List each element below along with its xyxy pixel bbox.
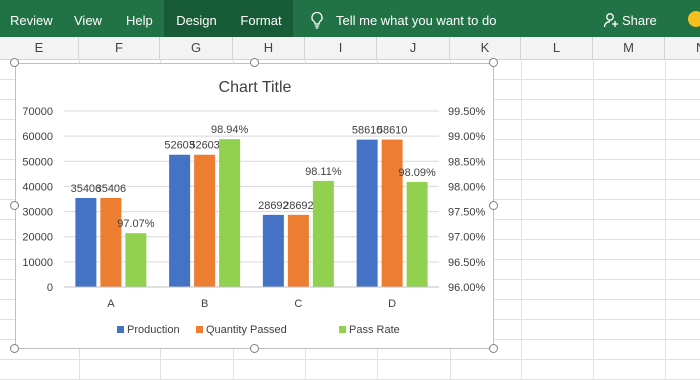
column-header-f[interactable]: F (79, 37, 160, 59)
primary-axis-tick-label: 20000 (22, 232, 53, 244)
data-label: 58610 (377, 125, 408, 137)
category-axis-label: B (201, 298, 208, 310)
secondary-axis-tick-label: 97.50% (448, 207, 486, 219)
resize-handle-bottom[interactable] (250, 344, 259, 353)
chart-area[interactable]: Chart Title 0 10000 20000 30000 40000 50000 600… (15, 63, 494, 349)
column-header-h[interactable]: H (233, 37, 305, 59)
column-headers: E F G H I J K L M N (0, 37, 700, 60)
primary-axis-tick-label: 70000 (22, 106, 53, 118)
tell-me-search[interactable]: Tell me what you want to do (336, 0, 496, 37)
secondary-axis-tick-label: 99.00% (448, 131, 486, 143)
tab-format[interactable]: Format (229, 0, 293, 37)
bar-pass-rate (312, 180, 334, 287)
category-axis-label: A (107, 298, 115, 310)
bar-production (169, 154, 191, 287)
category-axis-label: D (388, 298, 396, 310)
data-label: 97.07% (117, 218, 155, 230)
data-label: 98.11% (305, 166, 342, 178)
bar-quantity-passed (100, 197, 122, 287)
primary-axis-tick-label: 40000 (22, 181, 53, 193)
tab-design[interactable]: Design (164, 0, 229, 37)
column-chart[interactable]: Chart Title 0 10000 20000 30000 40000 50000 600… (16, 64, 495, 350)
bar-quantity-passed (194, 154, 216, 287)
bar-pass-rate (219, 139, 241, 287)
data-label: 35406 (96, 183, 127, 195)
resize-handle-top-left[interactable] (10, 58, 19, 67)
column-header-m[interactable]: M (593, 37, 665, 59)
data-label: 28692 (283, 200, 314, 212)
chart-title: Chart Title (219, 79, 292, 96)
tab-view[interactable]: View (74, 0, 102, 37)
bar-quantity-passed (381, 139, 403, 287)
legend-swatch (117, 326, 124, 333)
column-header-i[interactable]: I (305, 37, 377, 59)
secondary-axis-tick-label: 98.50% (448, 156, 486, 168)
data-label: 98.09% (398, 167, 436, 179)
secondary-axis-tick-label: 96.00% (448, 282, 486, 294)
secondary-axis-tick-label: 97.00% (448, 232, 486, 244)
resize-handle-top[interactable] (250, 58, 259, 67)
data-label: 52603 (189, 140, 220, 152)
secondary-axis-tick-label: 98.00% (448, 181, 486, 193)
smiley-feedback-icon[interactable] (688, 11, 700, 27)
column-header-k[interactable]: K (450, 37, 521, 59)
primary-axis-tick-label: 60000 (22, 131, 53, 143)
column-header-e[interactable]: E (0, 37, 79, 59)
bar-pass-rate (125, 233, 147, 287)
resize-handle-right[interactable] (489, 201, 498, 210)
bar-production (262, 214, 284, 287)
legend-label: Pass Rate (349, 324, 400, 336)
resize-handle-left[interactable] (10, 201, 19, 210)
legend-swatch (339, 326, 346, 333)
column-gridline (665, 60, 666, 380)
primary-axis-tick-label: 0 (47, 282, 53, 294)
column-gridline (521, 60, 522, 380)
resize-handle-bottom-right[interactable] (489, 344, 498, 353)
tab-review[interactable]: Review (10, 0, 53, 37)
share-person-icon (603, 13, 618, 28)
column-header-j[interactable]: J (377, 37, 450, 59)
secondary-axis-tick-label: 96.50% (448, 257, 486, 269)
data-label: 98.94% (211, 124, 249, 136)
bar-production (356, 139, 378, 287)
primary-axis-tick-label: 10000 (22, 257, 53, 269)
primary-axis-tick-label: 50000 (22, 156, 53, 168)
ribbon: Review View Help Design Format Tell me w… (0, 0, 700, 37)
bar-quantity-passed (287, 214, 309, 287)
column-header-l[interactable]: L (521, 37, 593, 59)
resize-handle-bottom-left[interactable] (10, 344, 19, 353)
lightbulb-icon (311, 11, 323, 29)
bar-production (75, 197, 97, 287)
secondary-axis-tick-label: 99.50% (448, 106, 486, 118)
category-axis-label: C (294, 298, 302, 310)
resize-handle-top-right[interactable] (489, 58, 498, 67)
legend-label: Production (127, 324, 180, 336)
legend-label: Quantity Passed (206, 324, 287, 336)
primary-axis-tick-label: 30000 (22, 207, 53, 219)
tab-help[interactable]: Help (126, 0, 153, 37)
column-header-g[interactable]: G (160, 37, 233, 59)
legend-swatch (196, 326, 203, 333)
bar-pass-rate (406, 181, 428, 287)
row-gridline (0, 359, 700, 360)
column-gridline (593, 60, 594, 380)
share-button[interactable]: Share (622, 0, 657, 37)
column-header-n[interactable]: N (665, 37, 700, 59)
